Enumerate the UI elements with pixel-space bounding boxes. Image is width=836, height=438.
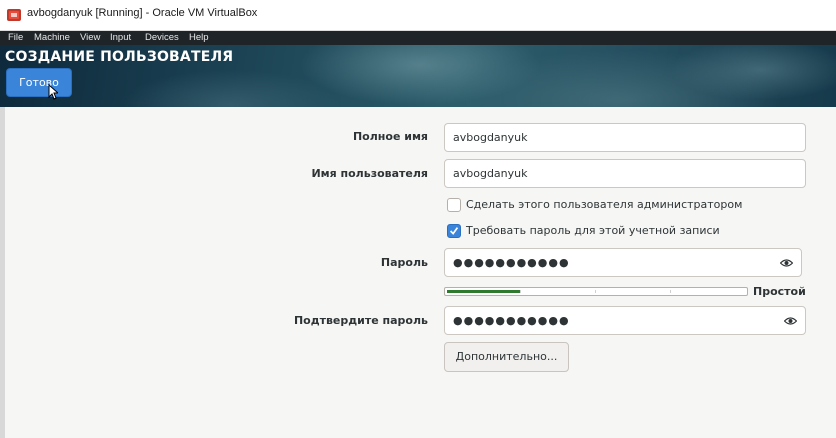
username-field[interactable]: avbogdanyuk: [444, 159, 806, 188]
menu-view[interactable]: View: [80, 31, 100, 45]
advanced-button[interactable]: Дополнительно...: [444, 342, 569, 372]
eye-icon[interactable]: [784, 316, 797, 326]
menu-help[interactable]: Help: [189, 31, 209, 45]
virtualbox-icon: [7, 9, 21, 21]
virtualbox-window: avbogdanyuk [Running] - Oracle VM Virtua…: [0, 0, 836, 438]
confirm-password-field[interactable]: ●●●●●●●●●●●: [444, 306, 806, 335]
checkmark-icon: [449, 227, 459, 235]
password-strength-label: Простой: [753, 285, 806, 298]
confirm-password-label: Подтвердите пароль: [293, 314, 428, 327]
strength-divider: [670, 290, 671, 293]
done-button[interactable]: Готово: [6, 68, 72, 97]
menu-devices[interactable]: Devices: [145, 31, 179, 45]
strength-fill: [447, 290, 521, 293]
page-title: СОЗДАНИЕ ПОЛЬЗОВАТЕЛЯ: [5, 49, 234, 65]
window-title: avbogdanyuk [Running] - Oracle VM Virtua…: [27, 7, 258, 19]
username-label: Имя пользователя: [311, 167, 428, 180]
admin-checkbox[interactable]: [447, 198, 461, 212]
confirm-password-mask: ●●●●●●●●●●●: [453, 314, 570, 327]
menu-file[interactable]: File: [8, 31, 23, 45]
eye-icon[interactable]: [780, 258, 793, 268]
page-header: СОЗДАНИЕ ПОЛЬЗОВАТЕЛЯ Готово: [0, 45, 836, 107]
cursor-icon: [48, 84, 58, 100]
fullname-field[interactable]: avbogdanyuk: [444, 123, 806, 152]
password-label: Пароль: [380, 256, 428, 269]
menu-input[interactable]: Input: [110, 31, 131, 45]
window-titlebar: avbogdanyuk [Running] - Oracle VM Virtua…: [0, 0, 836, 31]
strength-divider: [595, 290, 596, 293]
menubar: File Machine View Input Devices Help: [0, 31, 836, 45]
admin-checkbox-label: Сделать этого пользователя администратор…: [466, 198, 743, 211]
require-password-checkbox[interactable]: [447, 224, 461, 238]
password-strength-meter: [444, 287, 748, 296]
fullname-label: Полное имя: [352, 130, 428, 143]
password-mask: ●●●●●●●●●●●: [453, 256, 570, 269]
password-field[interactable]: ●●●●●●●●●●●: [444, 248, 802, 277]
menu-machine[interactable]: Machine: [34, 31, 70, 45]
require-password-label: Требовать пароль для этой учетной записи: [466, 224, 720, 237]
strength-divider: [520, 290, 521, 293]
